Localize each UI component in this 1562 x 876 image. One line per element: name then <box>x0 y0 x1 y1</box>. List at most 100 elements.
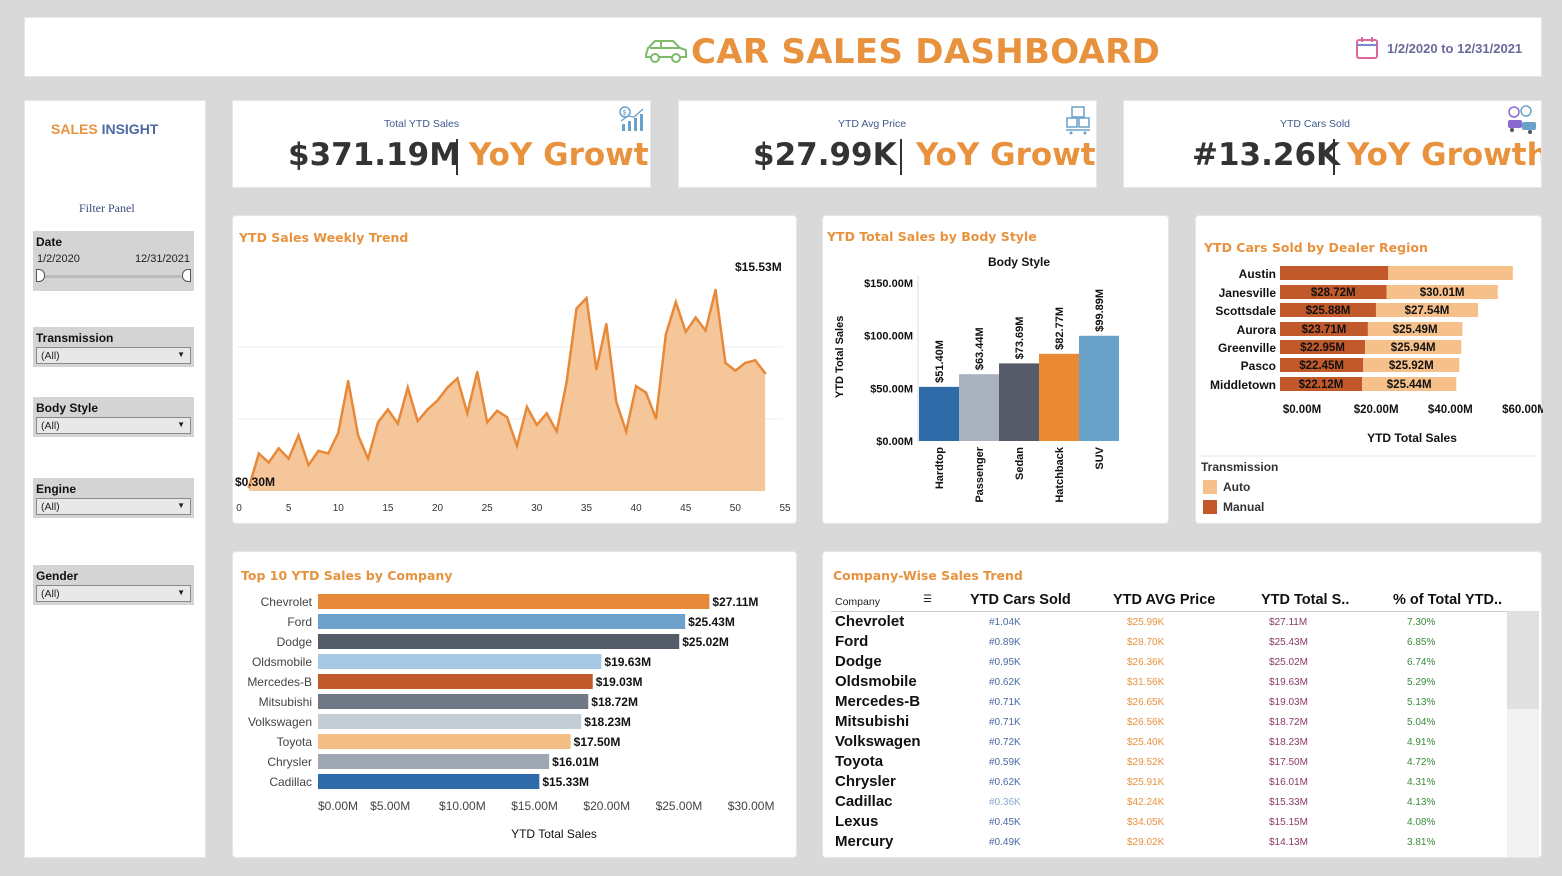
weekly-data-point[interactable] <box>654 417 658 420</box>
body-style-dropdown[interactable]: (All) ▼ <box>36 417 191 434</box>
column-header-company[interactable]: Company <box>835 596 880 608</box>
weekly-data-point[interactable] <box>545 412 548 415</box>
weekly-data-point[interactable] <box>426 408 429 411</box>
weekly-data-point[interactable] <box>555 430 558 433</box>
table-row[interactable]: Toyota #0.59K $29.52K $17.50M 4.72% <box>835 753 1515 773</box>
weekly-data-point[interactable] <box>615 400 618 403</box>
weekly-data-point[interactable] <box>644 391 648 394</box>
weekly-data-point[interactable] <box>495 409 499 412</box>
weekly-data-point[interactable] <box>476 370 479 374</box>
weekly-data-point[interactable] <box>575 307 578 310</box>
column-header-avg-price[interactable]: YTD AVG Price <box>1113 592 1215 608</box>
weekly-data-point[interactable] <box>624 430 628 433</box>
weekly-data-point[interactable] <box>674 300 677 304</box>
weekly-data-point[interactable] <box>347 379 350 383</box>
weekly-data-point[interactable] <box>763 372 767 375</box>
weekly-data-point[interactable] <box>327 452 330 455</box>
weekly-data-point[interactable] <box>634 384 638 388</box>
engine-dropdown[interactable]: (All) ▼ <box>36 498 191 515</box>
weekly-data-point[interactable] <box>684 330 687 333</box>
company-bar[interactable] <box>318 774 540 789</box>
company-bar[interactable] <box>318 734 571 749</box>
weekly-data-point[interactable] <box>595 368 598 371</box>
table-row[interactable]: Volkswagen #0.72K $25.40K $18.23M 4.91% <box>835 733 1515 753</box>
company-bar-label: $17.50M <box>574 735 621 749</box>
weekly-data-point[interactable] <box>714 288 717 292</box>
sort-icon[interactable]: ☰ <box>923 594 932 605</box>
weekly-data-point[interactable] <box>297 434 300 437</box>
weekly-data-point[interactable] <box>694 316 697 319</box>
company-bar[interactable] <box>318 634 680 649</box>
weekly-data-point[interactable] <box>267 461 270 464</box>
table-scrollbar-thumb[interactable] <box>1507 611 1539 709</box>
weekly-data-point[interactable] <box>406 386 409 389</box>
weekly-data-point[interactable] <box>396 422 400 425</box>
weekly-data-point[interactable] <box>724 361 727 365</box>
weekly-data-point[interactable] <box>376 421 380 424</box>
weekly-data-point[interactable] <box>565 381 568 384</box>
table-row[interactable]: Mercedes-B #0.71K $26.65K $19.03M 5.13% <box>835 693 1515 713</box>
weekly-data-point[interactable] <box>287 457 290 460</box>
date-slider-track[interactable] <box>41 275 186 278</box>
body-style-bar[interactable] <box>999 363 1039 441</box>
column-header-total-sales[interactable]: YTD Total S.. <box>1261 592 1349 608</box>
weekly-data-point[interactable] <box>585 296 588 300</box>
weekly-data-point[interactable] <box>416 419 419 423</box>
body-style-bar[interactable] <box>1079 335 1119 441</box>
table-row[interactable]: Dodge #0.95K $26.36K $25.02M 6.74% <box>835 653 1515 673</box>
weekly-data-point[interactable] <box>664 333 668 336</box>
weekly-data-point[interactable] <box>485 421 489 424</box>
weekly-data-point[interactable] <box>366 457 370 460</box>
company-bar[interactable] <box>318 714 582 729</box>
table-row[interactable]: Chevrolet #1.04K $25.99K $27.11M 7.30% <box>835 613 1515 633</box>
weekly-data-point[interactable] <box>337 431 340 434</box>
date-slider-end-handle[interactable] <box>182 269 191 282</box>
date-slider-start-handle[interactable] <box>36 269 45 282</box>
weekly-data-point[interactable] <box>446 386 449 389</box>
weekly-data-point[interactable] <box>754 359 757 362</box>
weekly-data-point[interactable] <box>505 416 509 419</box>
company-bar[interactable] <box>318 614 686 629</box>
table-row[interactable]: Oldsmobile #0.62K $31.56K $19.63M 5.29% <box>835 673 1515 693</box>
region-bar-auto[interactable] <box>1388 266 1513 280</box>
weekly-data-point[interactable] <box>466 412 469 415</box>
transmission-dropdown[interactable]: (All) ▼ <box>36 347 191 364</box>
table-row[interactable]: Chrysler #0.62K $25.91K $16.01M 4.31% <box>835 773 1515 793</box>
column-header-cars-sold[interactable]: YTD Cars Sold <box>970 592 1071 608</box>
table-row[interactable]: Cadillac #0.36K $42.24K $15.33M 4.13% <box>835 793 1515 813</box>
company-bar[interactable] <box>318 674 593 689</box>
weekly-data-point[interactable] <box>525 405 529 409</box>
column-header-percent-total[interactable]: % of Total YTD.. <box>1393 592 1502 608</box>
company-bar[interactable] <box>318 594 710 609</box>
total-sales-cell: $15.15M <box>1269 817 1308 828</box>
weekly-data-point[interactable] <box>456 377 459 380</box>
body-style-bar[interactable] <box>1039 353 1079 441</box>
gender-dropdown[interactable]: (All) ▼ <box>36 585 191 602</box>
weekly-data-point[interactable] <box>535 423 539 427</box>
company-bar[interactable] <box>318 694 589 709</box>
weekly-data-point[interactable] <box>704 329 707 332</box>
table-row[interactable]: Mitsubishi #0.71K $26.56K $18.72M 5.04% <box>835 713 1515 733</box>
body-style-bar[interactable] <box>959 374 999 441</box>
weekly-data-point[interactable] <box>436 399 439 402</box>
total-sales-cell: $25.43M <box>1269 637 1308 648</box>
weekly-data-point[interactable] <box>257 452 261 455</box>
weekly-data-point[interactable] <box>386 408 390 411</box>
weekly-data-point[interactable] <box>605 322 608 326</box>
weekly-data-point[interactable] <box>356 434 360 437</box>
weekly-data-point[interactable] <box>277 447 280 450</box>
table-row[interactable]: Ford #0.89K $28.70K $25.43M 6.85% <box>835 633 1515 653</box>
weekly-data-point[interactable] <box>734 369 737 372</box>
company-bar[interactable] <box>318 654 602 669</box>
company-bar[interactable] <box>318 754 550 769</box>
table-scrollbar[interactable] <box>1507 611 1539 857</box>
weekly-data-point[interactable] <box>317 449 320 453</box>
table-row[interactable]: Mercury #0.49K $29.02K $14.13M 3.81% <box>835 833 1515 853</box>
body-style-bar[interactable] <box>919 386 959 441</box>
weekly-data-point[interactable] <box>515 444 519 447</box>
region-bar-manual[interactable] <box>1280 266 1389 280</box>
table-row[interactable]: Lexus #0.45K $34.05K $15.15M 4.08% <box>835 813 1515 833</box>
weekly-data-point[interactable] <box>307 463 310 467</box>
weekly-data-point[interactable] <box>744 361 747 365</box>
company-label: Toyota <box>277 735 313 749</box>
